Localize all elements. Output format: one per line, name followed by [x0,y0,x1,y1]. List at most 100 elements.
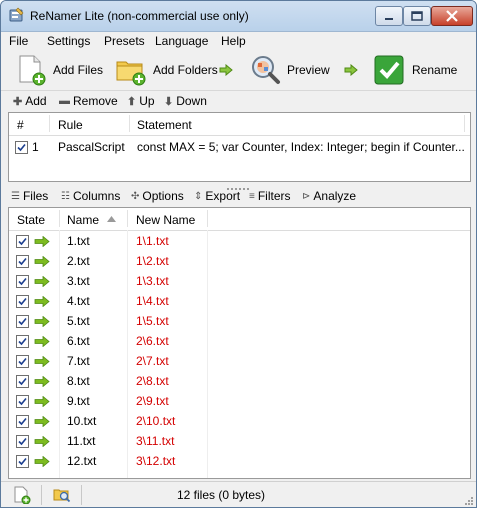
file-row[interactable]: 5.txt 1\5.txt [9,311,470,331]
file-checkbox[interactable] [16,375,29,388]
columns-icon: ☷ [61,190,70,202]
rules-toolbar: ✚ Add ▬ Remove ⬆ Up ⬇ Down [1,91,476,111]
state-arrow-icon [34,356,50,367]
checkmark-icon [18,317,27,326]
tab-export[interactable]: ⇕ Export [194,189,240,203]
maximize-button[interactable] [403,6,431,26]
menu-file[interactable]: File [9,34,28,48]
menu-bar: File Settings Presets Language Help [1,32,476,50]
file-checkbox[interactable] [16,335,29,348]
file-new-name: 2\9.txt [136,394,169,408]
preview-button[interactable]: Preview [249,50,330,90]
file-checkbox[interactable] [16,255,29,268]
file-checkbox[interactable] [16,395,29,408]
state-arrow-icon [34,396,50,407]
file-row[interactable]: 4.txt 1\4.txt [9,291,470,311]
file-row[interactable]: 10.txt 2\10.txt [9,411,470,431]
file-row[interactable]: 12.txt 3\12.txt [9,451,470,471]
minus-icon: ▬ [59,95,70,107]
add-folder-icon [116,61,146,86]
minimize-button[interactable] [375,6,403,26]
file-name: 3.txt [67,274,90,288]
file-checkbox[interactable] [16,235,29,248]
checkmark-icon [18,377,27,386]
file-row[interactable]: 1.txt 1\1.txt [9,231,470,251]
menu-settings[interactable]: Settings [47,34,90,48]
file-name: 7.txt [67,354,90,368]
tab-filters[interactable]: ≡ Filters [249,189,291,203]
file-row[interactable]: 2.txt 1\2.txt [9,251,470,271]
file-new-name: 3\11.txt [136,434,175,448]
status-file-count: 12 files (0 bytes) [177,488,266,502]
file-row[interactable]: 8.txt 2\8.txt [9,371,470,391]
menu-help[interactable]: Help [221,34,246,48]
add-file-small-icon[interactable] [13,486,31,504]
search-folder-icon[interactable] [53,486,71,504]
checkmark-icon [17,143,26,152]
up-arrow-icon: ⬆ [127,95,137,108]
file-new-name: 1\3.txt [136,274,169,288]
checkmark-icon [18,337,27,346]
tab-columns-label: Columns [72,189,121,203]
file-new-name: 2\10.txt [136,414,176,428]
file-checkbox[interactable] [16,295,29,308]
file-row[interactable]: 3.txt 1\3.txt [9,271,470,291]
file-checkbox[interactable] [16,275,29,288]
title-bar[interactable]: ReNamer Lite (non-commercial use only) [1,1,476,32]
rules-header-statement[interactable]: Statement [137,118,192,132]
state-arrow-icon [34,436,50,447]
file-row[interactable]: 7.txt 2\7.txt [9,351,470,371]
file-row[interactable]: 9.txt 2\9.txt [9,391,470,411]
window-title: ReNamer Lite (non-commercial use only) [30,9,249,23]
files-header-state[interactable]: State [17,213,45,227]
preview-label: Preview [287,63,330,77]
remove-rule-button[interactable]: ▬ Remove [59,94,118,108]
tab-options[interactable]: ✣ Options [131,189,184,203]
file-checkbox[interactable] [16,355,29,368]
move-down-button[interactable]: ⬇ Down [164,94,207,108]
file-name: 8.txt [67,374,90,388]
files-toolbar: ☰ Files ☷ Columns ✣ Options ⇕ Export ≡ Filter… [1,186,476,206]
analyze-icon: ⊳ [302,190,311,202]
checkmark-icon [18,457,27,466]
file-checkbox[interactable] [16,435,29,448]
checkmark-icon [18,297,27,306]
rule-row[interactable]: 1 PascalScript const MAX = 5; var Counte… [9,137,470,157]
rules-header-num[interactable]: # [17,118,24,132]
file-name: 6.txt [67,334,90,348]
files-header-new-name[interactable]: New Name [136,213,195,227]
tab-export-label: Export [205,189,241,203]
add-folders-button[interactable]: Add Folders [115,50,218,90]
tab-analyze[interactable]: ⊳ Analyze [302,189,356,203]
rules-header-rule[interactable]: Rule [58,118,83,132]
tab-columns[interactable]: ☷ Columns [61,189,120,203]
files-icon: ☰ [11,190,20,202]
move-up-button[interactable]: ⬆ Up [127,94,155,108]
tab-files[interactable]: ☰ Files [11,189,48,203]
rename-button[interactable]: Rename [374,50,457,90]
menu-presets[interactable]: Presets [104,34,145,48]
add-rule-button[interactable]: ✚ Add [13,94,47,108]
rename-check-icon [374,55,404,85]
menu-language[interactable]: Language [155,34,208,48]
close-button[interactable] [431,6,473,26]
rule-name: PascalScript [58,140,125,154]
add-files-label: Add Files [53,63,104,77]
file-checkbox[interactable] [16,455,29,468]
file-checkbox[interactable] [16,415,29,428]
file-row[interactable]: 11.txt 3\11.txt [9,431,470,451]
add-rule-label: Add [25,94,47,108]
files-header: State Name New Name [9,208,470,231]
arrow-right-icon [344,64,358,76]
files-header-name[interactable]: Name [67,213,99,227]
file-row[interactable]: 6.txt 2\6.txt [9,331,470,351]
rules-header: # Rule Statement [9,113,470,136]
file-name: 5.txt [67,314,90,328]
state-arrow-icon [34,416,50,427]
rule-checkbox[interactable] [15,141,28,154]
tab-options-label: Options [142,189,184,203]
resize-grip-icon[interactable] [463,495,473,505]
state-arrow-icon [34,316,50,327]
add-files-button[interactable]: Add Files [17,50,103,90]
file-checkbox[interactable] [16,315,29,328]
